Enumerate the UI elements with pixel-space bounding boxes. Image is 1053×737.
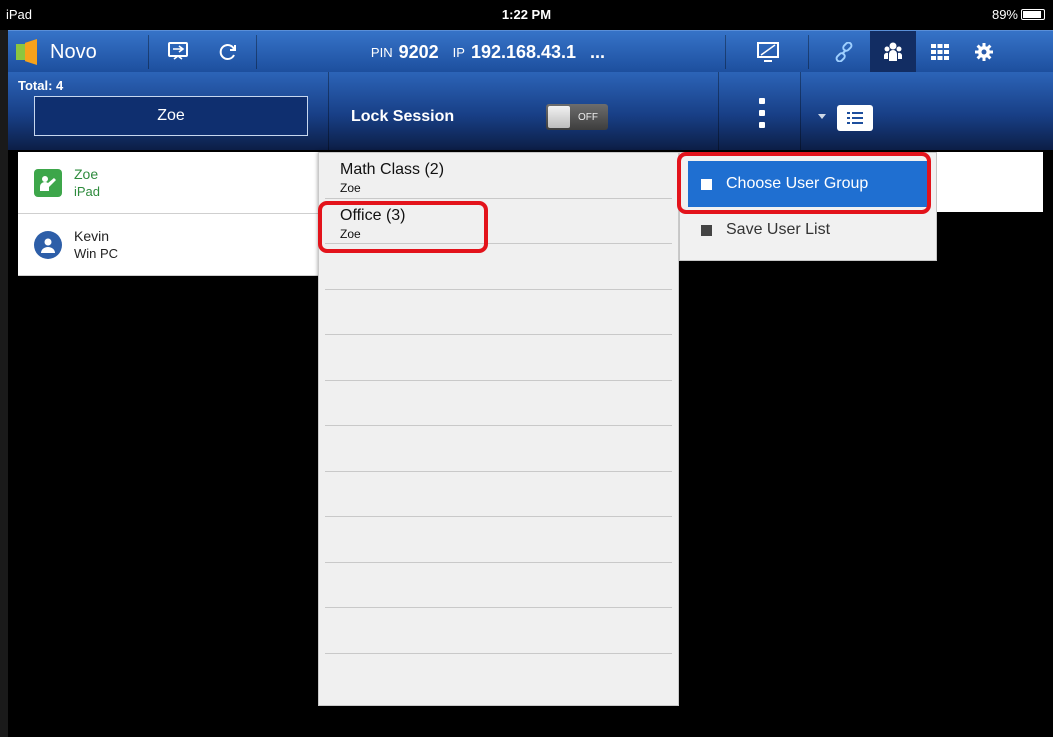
ip-value: 192.168.43.1 [470, 41, 577, 62]
user-name: Kevin [74, 228, 110, 244]
empty-row [325, 426, 672, 472]
app-name: Novo [50, 40, 97, 63]
link-icon [835, 42, 853, 62]
empty-row [325, 290, 672, 335]
save-user-list-item[interactable]: Save User List [688, 208, 930, 252]
presenter-avatar-icon [34, 168, 62, 197]
session-bar: Total: 4 Zoe Lock Session OFF [8, 72, 1053, 150]
group-owner: Zoe [340, 181, 361, 195]
presenter-field[interactable]: Zoe [34, 96, 308, 136]
bullet-icon [701, 224, 712, 236]
screen-button[interactable] [750, 31, 786, 73]
list-header-strip [937, 152, 1043, 212]
list-menu-button[interactable] [837, 105, 873, 131]
presentation-button[interactable] [160, 31, 196, 73]
left-edge [0, 30, 8, 737]
pin-label: PIN [370, 44, 393, 60]
users-button[interactable] [870, 31, 916, 73]
toggle-state: OFF [578, 111, 598, 123]
clock: 1:22 PM [501, 7, 552, 22]
user-row-kevin[interactable]: Kevin Win PC [18, 214, 338, 276]
layout-button[interactable] [922, 31, 958, 73]
user-device: Win PC [74, 246, 119, 261]
highlight-office-group [318, 201, 488, 253]
grid-icon [931, 44, 949, 60]
ip-label: IP [452, 44, 465, 60]
chevron-down-icon [818, 114, 826, 119]
user-name: Zoe [74, 166, 99, 182]
pin-value: 9202 [398, 41, 439, 62]
monitor-icon [757, 42, 779, 62]
users-icon [884, 42, 902, 61]
link-button[interactable] [826, 31, 862, 73]
presentation-icon [168, 42, 188, 60]
battery-icon [1021, 9, 1045, 20]
status-bar: iPad 1:22 PM 89% [0, 0, 1053, 30]
user-avatar-icon [34, 230, 62, 259]
group-item[interactable]: Math Class (2) Zoe [325, 153, 672, 199]
top-toolbar: Novo PIN 9202 IP 192.168.43.1 ... [8, 30, 1053, 73]
settings-button[interactable] [966, 31, 1002, 73]
gear-icon [975, 43, 993, 61]
user-list: Zoe iPad Kevin Win PC [18, 152, 338, 276]
group-title: Math Class (2) [340, 161, 445, 178]
refresh-icon [219, 44, 236, 60]
app-brand[interactable]: Novo [16, 31, 97, 73]
empty-row [325, 335, 672, 381]
novo-logo-icon [16, 39, 40, 65]
battery-percent: 89% [991, 7, 1018, 22]
user-device: iPad [74, 184, 101, 199]
empty-row [325, 563, 672, 608]
more-options-icon[interactable] [758, 98, 766, 128]
empty-row [325, 472, 672, 517]
battery-indicator: 89% [992, 7, 1045, 22]
connection-info: PIN 9202 IP 192.168.43.1 ... [358, 31, 618, 73]
lock-session-toggle[interactable]: OFF [546, 104, 608, 130]
user-row-zoe[interactable]: Zoe iPad [18, 152, 338, 214]
empty-row [325, 608, 672, 654]
highlight-choose-group [677, 152, 931, 214]
empty-row [325, 517, 672, 563]
empty-row [325, 381, 672, 426]
menu-label: Save User List [726, 221, 831, 238]
refresh-button[interactable] [210, 31, 246, 73]
total-count: Total: 4 [18, 78, 64, 93]
lock-session-label: Lock Session [351, 108, 455, 125]
list-icon [847, 112, 863, 124]
more-info[interactable]: ... [590, 42, 605, 63]
